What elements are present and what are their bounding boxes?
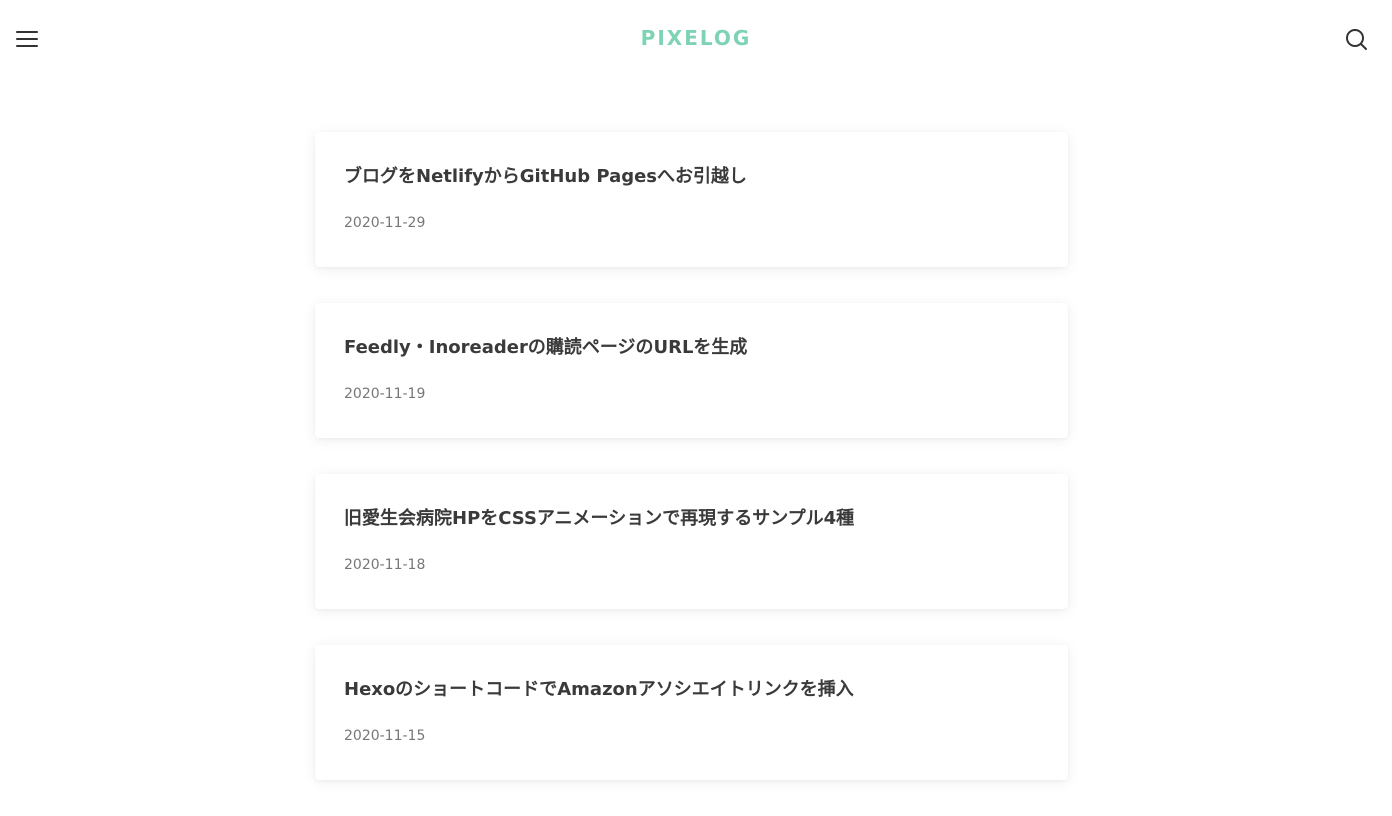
logo-link[interactable]: PIXELOG xyxy=(641,26,752,50)
post-card[interactable]: ブログをNetlifyからGitHub Pagesへお引越し 2020-11-2… xyxy=(315,132,1068,267)
post-date: 2020-11-15 xyxy=(344,728,426,744)
post-card[interactable]: 旧愛生会病院HPをCSSアニメーションで再現するサンプル4種 2020-11-1… xyxy=(315,474,1068,609)
site-logo: PIXELOG xyxy=(0,24,1392,52)
post-title[interactable]: Feedly・Inoreaderの購読ページのURLを生成 xyxy=(344,335,747,361)
post-list: ブログをNetlifyからGitHub Pagesへお引越し 2020-11-2… xyxy=(315,132,1068,816)
post-date: 2020-11-29 xyxy=(344,215,426,231)
post-title[interactable]: ブログをNetlifyからGitHub Pagesへお引越し xyxy=(344,164,747,190)
post-title[interactable]: 旧愛生会病院HPをCSSアニメーションで再現するサンプル4種 xyxy=(344,506,854,532)
site-header: PIXELOG xyxy=(0,0,1392,78)
post-card[interactable]: HexoのショートコードでAmazonアソシエイトリンクを挿入 2020-11-… xyxy=(315,645,1068,780)
post-date: 2020-11-18 xyxy=(344,557,426,573)
search-button[interactable] xyxy=(1344,27,1368,51)
search-icon xyxy=(1346,29,1367,50)
post-title[interactable]: HexoのショートコードでAmazonアソシエイトリンクを挿入 xyxy=(344,677,854,703)
post-card[interactable]: Feedly・Inoreaderの購読ページのURLを生成 2020-11-19 xyxy=(315,303,1068,438)
post-date: 2020-11-19 xyxy=(344,386,426,402)
